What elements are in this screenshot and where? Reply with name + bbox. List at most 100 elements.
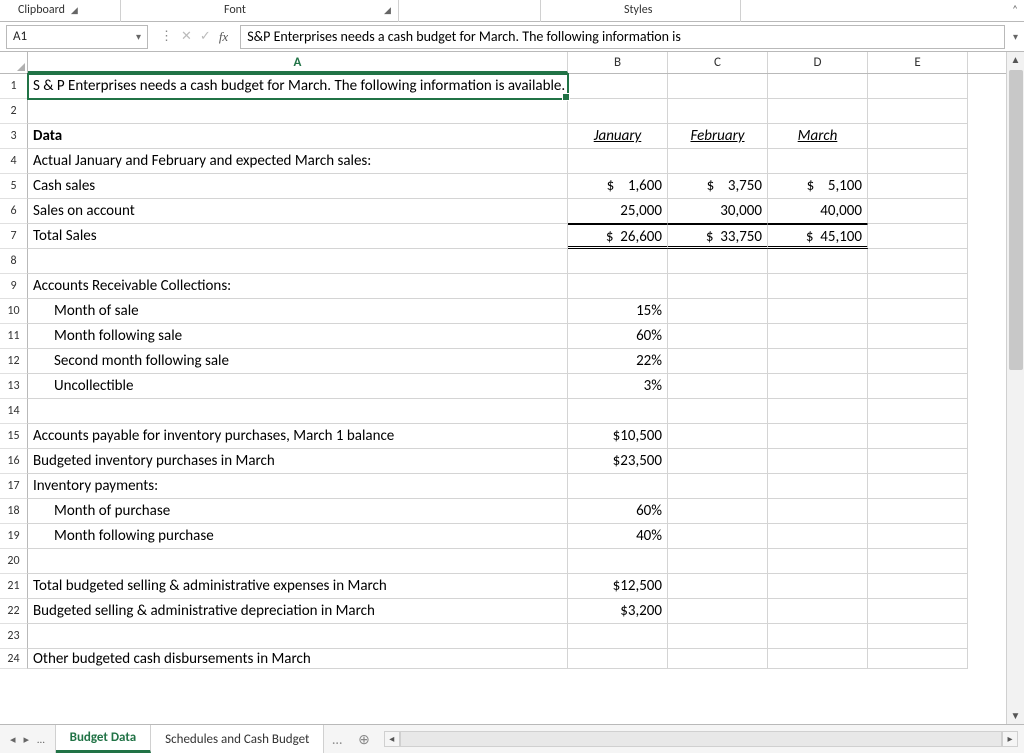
cell[interactable] [768,549,868,574]
cell[interactable] [768,399,868,424]
cell[interactable] [568,549,668,574]
cell[interactable]: 25,000 [568,199,668,224]
tab-nav-more-icon[interactable]: … [37,733,45,746]
row-header[interactable]: 15 [0,424,28,449]
cancel-icon[interactable]: ✕ [181,29,192,44]
cell[interactable] [768,374,868,399]
cell[interactable] [868,499,968,524]
cell[interactable] [868,124,968,149]
scroll-up-icon[interactable]: ▲ [1007,52,1024,68]
cell[interactable] [668,399,768,424]
row-header[interactable]: 20 [0,549,28,574]
cell[interactable] [668,449,768,474]
cell[interactable] [768,74,868,99]
vertical-scrollbar[interactable]: ▲ ▼ [1006,52,1024,724]
sheet-tab-more-icon[interactable]: … [324,725,350,753]
cell[interactable] [768,574,868,599]
chevron-down-icon[interactable]: ▾ [1013,30,1018,43]
cell[interactable]: 60% [568,499,668,524]
cell[interactable] [668,474,768,499]
cell[interactable] [868,249,968,274]
row-header[interactable]: 22 [0,599,28,624]
cell[interactable] [768,274,868,299]
cell[interactable] [568,74,668,99]
cell[interactable] [868,199,968,224]
cell[interactable] [868,599,968,624]
cell[interactable]: $ 45,100 [768,224,868,249]
cell[interactable] [568,99,668,124]
scroll-thumb[interactable] [1009,70,1023,370]
cell[interactable]: March [768,124,868,149]
sheet-tab-budget-data[interactable]: Budget Data [56,725,151,753]
cell[interactable]: Inventory payments: [28,474,568,499]
cell[interactable] [568,149,668,174]
cell[interactable] [768,349,868,374]
row-header[interactable]: 4 [0,149,28,174]
cell[interactable]: Total budgeted selling & administrative … [28,574,568,599]
fx-icon[interactable]: fx [219,29,228,45]
row-header[interactable]: 6 [0,199,28,224]
cell[interactable]: Accounts Receivable Collections: [28,274,568,299]
cell[interactable]: Actual January and February and expected… [28,149,568,174]
cell[interactable] [28,99,568,124]
cell[interactable]: Second month following sale [28,349,568,374]
cell[interactable] [768,649,868,669]
cell[interactable]: Cash sales [28,174,568,199]
cell[interactable] [868,574,968,599]
col-header-A[interactable]: A [28,52,568,73]
formula-bar[interactable]: S&P Enterprises needs a cash budget for … [240,25,1005,49]
cell[interactable] [868,649,968,669]
cell[interactable] [668,349,768,374]
scroll-down-icon[interactable]: ▼ [1007,708,1024,724]
cell[interactable] [768,149,868,174]
cell[interactable] [768,599,868,624]
row-header[interactable]: 8 [0,249,28,274]
cell[interactable] [868,174,968,199]
new-sheet-icon[interactable]: ⊕ [350,725,378,753]
cell[interactable]: 40% [568,524,668,549]
more-icon[interactable]: ⋮ [160,29,173,44]
cell[interactable] [668,424,768,449]
cell[interactable] [868,549,968,574]
row-header[interactable]: 10 [0,299,28,324]
row-header[interactable]: 14 [0,399,28,424]
scroll-left-icon[interactable]: ◂ [384,731,400,747]
cell[interactable] [868,224,968,249]
row-header[interactable]: 1 [0,74,28,99]
cell[interactable] [768,624,868,649]
cell[interactable] [668,74,768,99]
cell[interactable]: Accounts payable for inventory purchases… [28,424,568,449]
cell[interactable] [868,474,968,499]
cell[interactable] [668,324,768,349]
cell[interactable]: 30,000 [668,199,768,224]
cell[interactable] [768,249,868,274]
cell[interactable] [868,74,968,99]
cell[interactable] [768,299,868,324]
cell[interactable] [768,449,868,474]
row-header[interactable]: 18 [0,499,28,524]
cell[interactable] [668,299,768,324]
row-header[interactable]: 24 [0,649,28,669]
cell[interactable] [868,524,968,549]
cell[interactable] [868,624,968,649]
cell[interactable]: $ 5,100 [768,174,868,199]
row-header[interactable]: 12 [0,349,28,374]
cell[interactable]: Budgeted inventory purchases in March [28,449,568,474]
collapse-ribbon-icon[interactable]: ˄ [1012,3,1018,16]
row-header[interactable]: 21 [0,574,28,599]
horizontal-scrollbar[interactable]: ◂ ▸ [384,729,1018,749]
ribbon-group-styles[interactable]: Styles [624,3,652,17]
cell[interactable]: Month of sale [28,299,568,324]
cell[interactable]: Month following sale [28,324,568,349]
cell[interactable] [668,249,768,274]
cell[interactable]: Month following purchase [28,524,568,549]
cell[interactable]: $10,500 [568,424,668,449]
cell[interactable] [868,274,968,299]
cell[interactable] [668,649,768,669]
cell[interactable]: $12,500 [568,574,668,599]
scroll-right-icon[interactable]: ▸ [1002,731,1018,747]
col-header-D[interactable]: D [768,52,868,73]
cell[interactable] [768,499,868,524]
sheet-tab-schedules[interactable]: Schedules and Cash Budget [151,725,324,753]
cell[interactable] [668,99,768,124]
